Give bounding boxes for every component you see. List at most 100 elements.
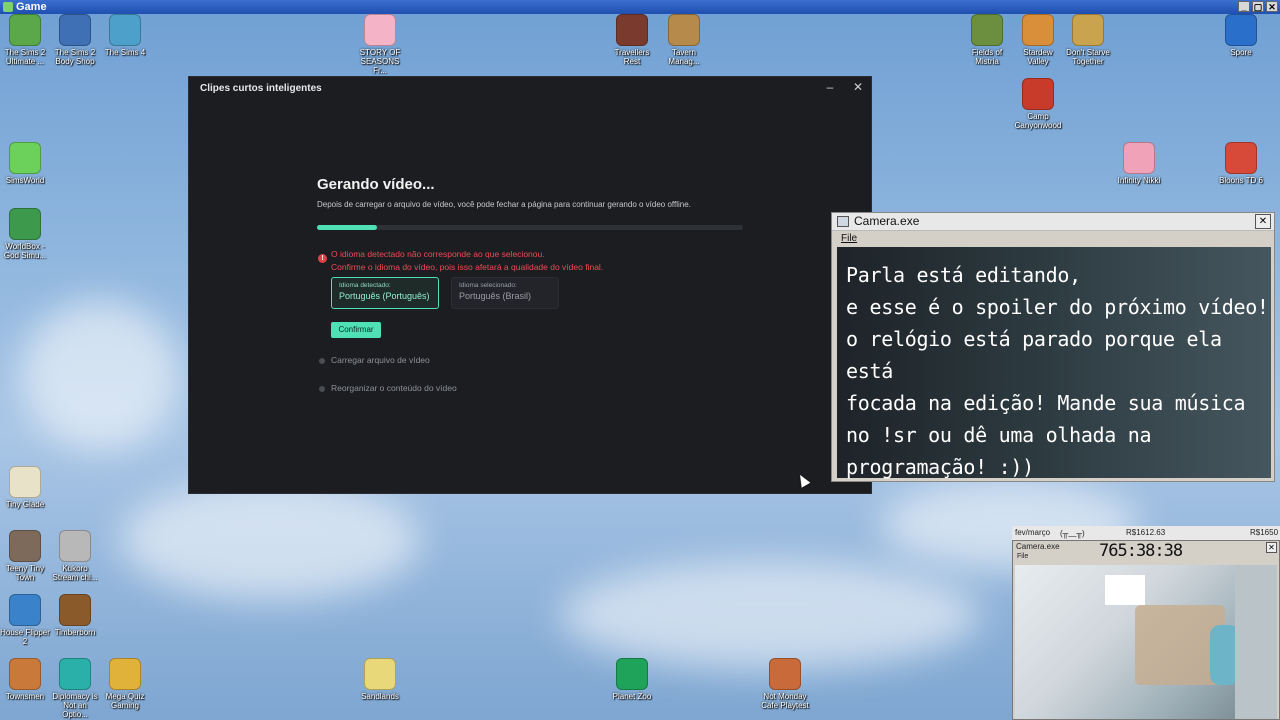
step-dot-icon bbox=[319, 385, 325, 392]
desktop-shortcut[interactable]: House Flipper 2 bbox=[0, 594, 50, 646]
desktop-shortcut[interactable]: WorldBox - God Simu... bbox=[0, 208, 50, 260]
desktop-shortcut[interactable]: Fields of Mistria bbox=[962, 14, 1012, 66]
outer-window-controls: _ ▢ ✕ bbox=[1238, 1, 1278, 12]
desktop-shortcut-label: Diplomacy is Not an Optio... bbox=[52, 692, 98, 719]
desktop-shortcut-label: Camp Canyonwood bbox=[1014, 112, 1062, 130]
cloud bbox=[20, 300, 180, 450]
stream-amount: R$1612.63 bbox=[1126, 528, 1166, 537]
message-line: focada na edição! Mande sua música bbox=[846, 391, 1246, 415]
desktop-shortcut-label: WorldBox - God Simu... bbox=[3, 242, 47, 260]
desktop-shortcut[interactable]: Stardew Valley bbox=[1013, 14, 1063, 66]
app-shortcut-icon bbox=[1022, 78, 1054, 110]
desktop-shortcut-label: Teeny Tiny Town bbox=[5, 564, 45, 582]
app-title: Clipes curtos inteligentes bbox=[200, 83, 322, 94]
app-shortcut-icon bbox=[109, 14, 141, 46]
desktop-shortcut[interactable]: Travellers Rest bbox=[607, 14, 657, 66]
camera-message-text: Parla está editando, e esse é o spoiler … bbox=[846, 259, 1271, 483]
desktop-shortcut-label: Sandlands bbox=[361, 692, 399, 701]
camera-close-button[interactable]: ✕ bbox=[1255, 214, 1271, 229]
progress-fill bbox=[317, 225, 377, 230]
warning-text-line2: Confirme o idioma do vídeo, pois isso af… bbox=[331, 262, 604, 272]
selected-language-card[interactable]: Idioma selecionado: Português (Brasil) bbox=[451, 277, 559, 309]
desktop-shortcut[interactable]: Camp Canyonwood bbox=[1013, 78, 1063, 130]
desktop-shortcut[interactable]: Spore bbox=[1216, 14, 1266, 57]
confirm-button[interactable]: Confirmar bbox=[331, 322, 381, 338]
step-reorganize-label: Reorganizar o conteúdo do vídeo bbox=[331, 383, 457, 393]
webcam-file-menu[interactable]: File bbox=[1017, 553, 1028, 560]
desktop-shortcut[interactable]: STORY OF SEASONS Fr... bbox=[355, 14, 405, 75]
app-shortcut-icon bbox=[59, 530, 91, 562]
desktop-shortcut[interactable]: The Sims 4 bbox=[100, 14, 150, 57]
desktop-shortcut[interactable]: Diplomacy is Not an Optio... bbox=[50, 658, 100, 719]
desktop-shortcut[interactable]: Townsmen bbox=[0, 658, 50, 701]
desktop-shortcut[interactable]: Sandlands bbox=[355, 658, 405, 701]
outer-close-button[interactable]: ✕ bbox=[1266, 1, 1278, 12]
desktop-shortcut[interactable]: Don't Starve Together bbox=[1063, 14, 1113, 66]
app-shortcut-icon bbox=[971, 14, 1003, 46]
app-shortcut-icon bbox=[9, 142, 41, 174]
app-shortcut-icon bbox=[9, 14, 41, 46]
desktop-shortcut-label: Tiny Glade bbox=[5, 500, 45, 509]
camera-file-menu[interactable]: File bbox=[841, 233, 857, 244]
app-shortcut-icon bbox=[59, 594, 91, 626]
desktop-shortcut[interactable]: Not Monday Cafe Playtest bbox=[760, 658, 810, 710]
camera-window: Camera.exe ✕ File Parla está editando, e… bbox=[831, 212, 1275, 482]
desktop-shortcut-label: STORY OF SEASONS Fr... bbox=[359, 48, 401, 75]
detected-language-value: Português (Português) bbox=[339, 291, 430, 301]
step-upload: Carregar arquivo de vídeo bbox=[319, 355, 430, 365]
app-shortcut-icon bbox=[1225, 142, 1257, 174]
detected-language-card[interactable]: Idioma detectado: Português (Português) bbox=[331, 277, 439, 309]
subtitle-text: Depois de carregar o arquivo de vídeo, v… bbox=[317, 200, 691, 209]
page-title: Gerando vídeo... bbox=[317, 176, 435, 193]
step-reorganize: Reorganizar o conteúdo do vídeo bbox=[319, 383, 457, 393]
warning-icon: ! bbox=[318, 254, 327, 263]
selected-language-label: Idioma selecionado: bbox=[459, 282, 517, 289]
desktop-shortcut-label: Tavern Manag... bbox=[668, 48, 700, 66]
desktop-shortcut[interactable]: Bloons TD 6 bbox=[1216, 142, 1266, 185]
camera-app-icon bbox=[837, 216, 849, 227]
desktop-shortcut-label: SimsWorld bbox=[5, 176, 45, 185]
desktop-shortcut-label: The Sims 2 Body Shop bbox=[54, 48, 96, 66]
smart-clips-window: Clipes curtos inteligentes – ✕ Gerando v… bbox=[188, 76, 872, 494]
app-shortcut-icon bbox=[616, 14, 648, 46]
close-button[interactable]: ✕ bbox=[849, 80, 867, 94]
desktop-shortcut-label: House Flipper 2 bbox=[0, 628, 50, 646]
outer-window-titlebar: Game _ ▢ ✕ bbox=[0, 0, 1280, 14]
webcam-window: Camera.exe File ✕ 765:38:38 bbox=[1012, 540, 1280, 720]
desktop-shortcut[interactable]: The Sims 2 Ultimate ... bbox=[0, 14, 50, 66]
desktop-shortcut-label: Kukoro Stream chi... bbox=[52, 564, 98, 582]
outer-minimize-button[interactable]: _ bbox=[1238, 1, 1250, 12]
desktop-shortcut-label: Travellers Rest bbox=[614, 48, 650, 66]
desktop-shortcut-label: The Sims 4 bbox=[104, 48, 146, 57]
desktop-shortcut[interactable]: Planet Zoo bbox=[607, 658, 657, 701]
message-line: o relógio está parado porque ela está bbox=[846, 327, 1222, 383]
camera-title: Camera.exe bbox=[854, 214, 920, 228]
desktop-shortcut-label: Infinity Nikki bbox=[1117, 176, 1161, 185]
desktop-shortcut[interactable]: Infinity Nikki bbox=[1114, 142, 1164, 185]
app-shortcut-icon bbox=[769, 658, 801, 690]
stream-info-bar: fev/março (╥﹏╥) R$1612.63 R$1650 bbox=[1012, 526, 1280, 540]
app-shortcut-icon bbox=[9, 658, 41, 690]
stream-emote: (╥﹏╥) bbox=[1060, 529, 1085, 538]
desktop-shortcut[interactable]: Mega Quiz Gaming bbox=[100, 658, 150, 710]
desktop-shortcut[interactable]: SimsWorld bbox=[0, 142, 50, 185]
desktop-shortcut-label: Planet Zoo bbox=[612, 692, 652, 701]
warning-text-line1: O idioma detectado não corresponde ao qu… bbox=[331, 249, 545, 259]
desktop-shortcut[interactable]: Timberborn bbox=[50, 594, 100, 637]
app-shortcut-icon bbox=[59, 658, 91, 690]
desktop-shortcut[interactable]: The Sims 2 Body Shop bbox=[50, 14, 100, 66]
desktop-shortcut[interactable]: Teeny Tiny Town bbox=[0, 530, 50, 582]
desktop-shortcut[interactable]: Kukoro Stream chi... bbox=[50, 530, 100, 582]
desktop-shortcut-label: Fields of Mistria bbox=[971, 48, 1003, 66]
app-shortcut-icon bbox=[364, 14, 396, 46]
detected-language-label: Idioma detectado: bbox=[339, 282, 391, 289]
webcam-close-button[interactable]: ✕ bbox=[1266, 542, 1277, 553]
progress-bar bbox=[317, 225, 743, 230]
app-shortcut-icon bbox=[59, 14, 91, 46]
desktop-shortcut[interactable]: Tiny Glade bbox=[0, 466, 50, 509]
webcam-title: Camera.exe bbox=[1016, 542, 1060, 551]
desktop-shortcut[interactable]: Tavern Manag... bbox=[659, 14, 709, 66]
minimize-button[interactable]: – bbox=[821, 80, 839, 94]
app-shortcut-icon bbox=[364, 658, 396, 690]
outer-maximize-button[interactable]: ▢ bbox=[1252, 1, 1264, 12]
